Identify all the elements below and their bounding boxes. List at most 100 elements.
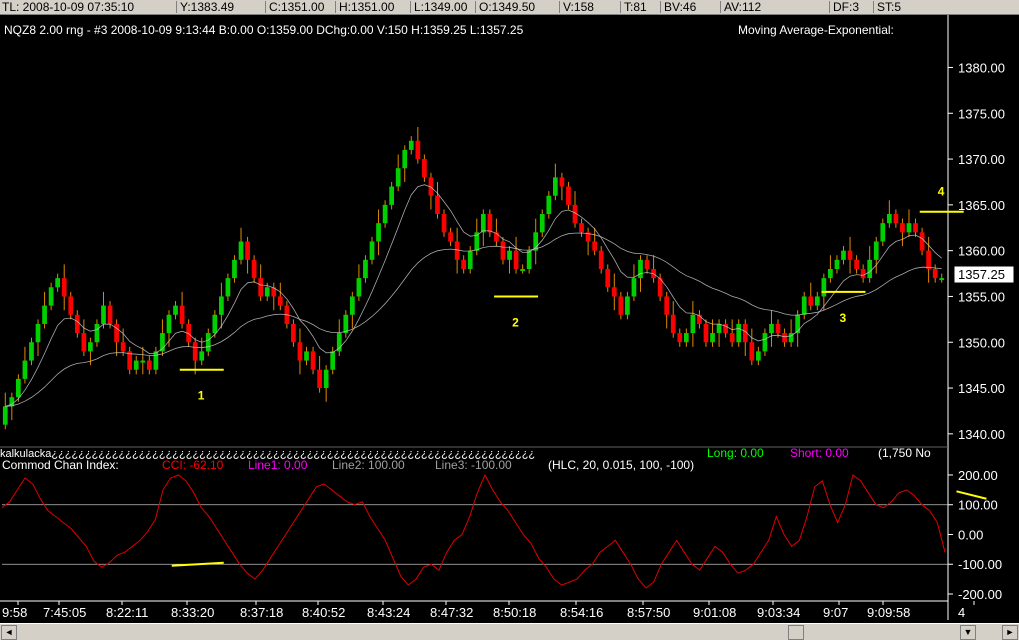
x-tick-label: 9:09:58 (867, 605, 910, 620)
x-tick-label: 8:33:20 (171, 605, 214, 620)
scroll-thumb[interactable] (788, 625, 804, 640)
x-tick-label: 9:03:34 (757, 605, 800, 620)
x-tick-label: 9:07 (823, 605, 848, 620)
candle-body (153, 351, 159, 370)
cci-y-tick-label: -200.00 (958, 587, 1002, 602)
candle-body (376, 223, 381, 242)
candle-body (349, 296, 355, 315)
x-tick-label: 4 (958, 605, 965, 620)
candle-body (133, 360, 139, 370)
candle-body (48, 287, 54, 306)
candle-body (310, 351, 316, 370)
price-header: NQZ8 2.00 rng - #3 2008-10-09 9:13:44 B:… (4, 23, 524, 37)
time-scroll-bar[interactable]: ◄ ▼ ► (0, 623, 1019, 640)
candle-body (120, 342, 126, 352)
current-price-box: 1357.25 (953, 265, 1015, 284)
candle-body (245, 241, 250, 260)
chart-area[interactable]: 1340.001345.001350.001355.001360.001365.… (0, 15, 1019, 623)
candle-body (317, 369, 322, 389)
candle-body (232, 259, 237, 279)
status-item: DF:3 (833, 0, 860, 14)
status-separator (559, 1, 560, 13)
candle-body (913, 223, 918, 233)
candle-body (42, 305, 47, 324)
candle-body (448, 232, 453, 242)
candle-body (107, 305, 113, 324)
status-separator (410, 1, 411, 13)
candle-body (808, 296, 814, 306)
candle-body (847, 250, 853, 260)
candle-body (611, 287, 617, 297)
candle-body (664, 296, 670, 315)
candle-body (192, 342, 198, 361)
candle-body (291, 323, 296, 343)
candle-body (854, 259, 859, 269)
candle-body (356, 278, 362, 297)
status-bar: TL: 2008-10-09 07:35:10 Y:1383.49 C:1351.0… (0, 0, 1019, 15)
candle-body (683, 333, 689, 343)
candle-body (74, 314, 80, 334)
candle-body (559, 177, 565, 187)
candle-body (55, 278, 61, 288)
candle-body (304, 351, 309, 361)
candle-body (212, 314, 218, 334)
cci-y-tick-label: 100.00 (958, 498, 998, 513)
candle-body (782, 333, 787, 343)
candle-body (225, 278, 231, 297)
y-tick-label: 1375.00 (958, 106, 1005, 121)
status-item: L:1349.00 (414, 0, 468, 14)
candle-body (480, 214, 486, 233)
candle-body (598, 250, 604, 269)
candle-body (546, 195, 552, 215)
candle-body (539, 214, 545, 233)
x-tick-label: 8:47:32 (430, 605, 473, 620)
candle-body (795, 314, 801, 334)
status-item: TL: 2008-10-09 07:35:10 (2, 0, 135, 14)
scroll-right-icon[interactable]: ► (1002, 625, 1018, 640)
status-separator (620, 1, 621, 13)
cci-line1: Line1: 0.00 (248, 458, 308, 472)
marker-label: 2 (512, 315, 519, 329)
candle-body (638, 259, 643, 279)
candle-body (441, 214, 447, 233)
y-tick-label: 1370.00 (958, 152, 1005, 167)
status-separator (176, 1, 177, 13)
candle-body (860, 268, 866, 279)
scroll-left-icon[interactable]: ◄ (1, 625, 17, 640)
candle-body (22, 360, 28, 379)
x-tick-label: 8:22:11 (106, 605, 148, 620)
x-tick-label: 9:58 (2, 605, 27, 620)
y-tick-label: 1350.00 (958, 335, 1005, 350)
candle-body (408, 140, 414, 150)
status-item: O:1349.50 (479, 0, 536, 14)
x-tick-label: 9:01:08 (693, 605, 736, 620)
status-item: V:158 (563, 0, 594, 14)
candle-body (644, 259, 650, 269)
candle-body (873, 241, 879, 260)
candle-body (219, 296, 224, 315)
candle-body (834, 259, 840, 269)
candle-body (363, 259, 368, 279)
candle-body (710, 333, 715, 343)
candle-body (867, 259, 873, 279)
candle-body (729, 333, 735, 343)
candle-body (68, 296, 74, 315)
scroll-down-icon[interactable]: ▼ (960, 625, 976, 640)
long-label: Long: 0.00 (707, 446, 764, 460)
candle-body (146, 360, 152, 370)
candle-body (769, 323, 774, 334)
y-tick-label: 1345.00 (958, 381, 1005, 396)
candle-body (814, 296, 820, 306)
status-item: AV:112 (724, 0, 762, 14)
candle-body (906, 223, 912, 233)
candle-body (756, 351, 761, 361)
candle-body (422, 159, 427, 178)
status-separator (265, 1, 266, 13)
candle-body (605, 268, 611, 288)
current-price-text: 1357.25 (958, 267, 1005, 282)
candle-body (487, 214, 493, 233)
candle-body (900, 223, 905, 233)
candle-body (205, 333, 211, 352)
candle-body (886, 214, 892, 224)
candle-body (513, 250, 519, 269)
